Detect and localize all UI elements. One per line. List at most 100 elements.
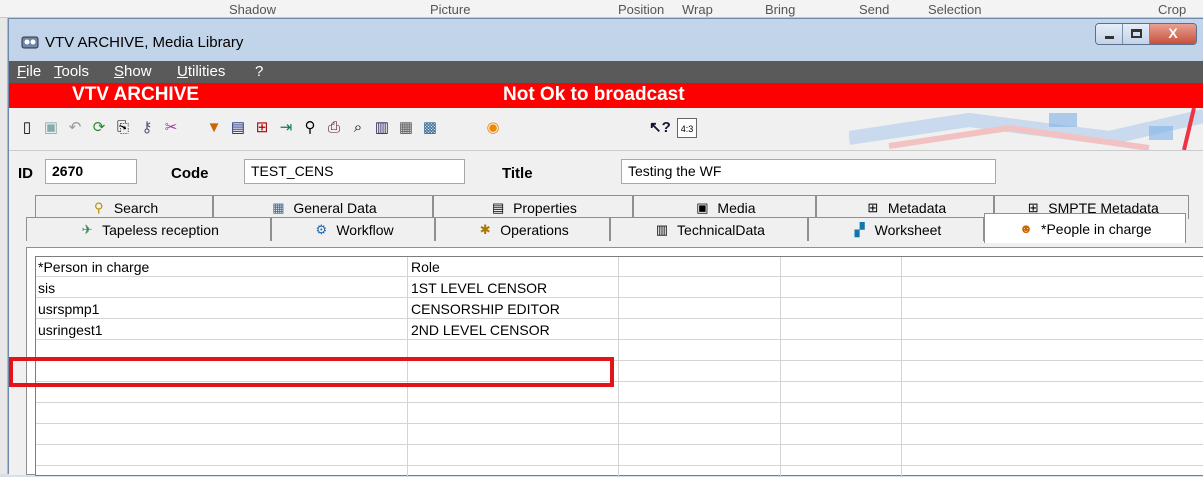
toolbar-decoration xyxy=(849,108,1203,150)
tree-icon[interactable]: ⊞ xyxy=(252,118,272,138)
preview-icon[interactable]: ⌕ xyxy=(348,118,368,138)
copy-icon[interactable]: ⎘ xyxy=(113,118,133,138)
code-field[interactable]: TEST_CENS xyxy=(244,159,465,184)
film-icon[interactable]: ▦ xyxy=(396,118,416,138)
window-title: VTV ARCHIVE, Media Library xyxy=(45,34,244,51)
search-icon: ⚲ xyxy=(94,199,104,215)
ribbon-item: Picture xyxy=(430,2,471,17)
ribbon-item: Wrap xyxy=(682,2,713,17)
id-label: ID xyxy=(18,165,33,182)
new-doc-icon[interactable]: ▯ xyxy=(17,118,37,138)
tab-media[interactable]: ▣ Media xyxy=(633,195,816,219)
grid-icon[interactable]: ▤ xyxy=(228,118,248,138)
ribbon-item: Send xyxy=(859,2,890,17)
tab-workflow[interactable]: ⚙ Workflow xyxy=(271,217,435,241)
media-icon: ▣ xyxy=(696,199,709,215)
background-ribbon: Shadow Picture Position Wrap Bring Send … xyxy=(0,0,1203,18)
code-label: Code xyxy=(171,165,209,182)
menu-tools[interactable]: Tools xyxy=(54,63,89,80)
minimize-icon xyxy=(1105,36,1114,39)
tab-general-data[interactable]: ▦ General Data xyxy=(213,195,433,219)
ribbon-item: Selection xyxy=(928,2,982,17)
satellite-icon: ✈ xyxy=(81,221,93,237)
close-button[interactable]: X xyxy=(1150,24,1196,44)
ribbon-item: Bring xyxy=(765,2,796,17)
calendar-icon: ▦ xyxy=(272,199,285,215)
tab-label: Tapeless reception xyxy=(102,221,219,238)
banner-status: Not Ok to broadcast xyxy=(503,84,685,105)
maximize-icon xyxy=(1131,29,1142,38)
tab-metadata[interactable]: ⊞ Metadata xyxy=(816,195,994,219)
tab-label: Operations xyxy=(500,221,569,238)
empty-row[interactable] xyxy=(36,425,1203,445)
filter-icon[interactable]: ▼ xyxy=(204,118,224,138)
window-controls: X xyxy=(1095,23,1197,45)
workflow-icon: ⚙ xyxy=(315,221,328,237)
worksheet-icon: ▞ xyxy=(854,221,865,237)
tools-icon[interactable]: ✂ xyxy=(161,118,181,138)
grid-header: *Person in charge Role xyxy=(36,257,1203,277)
calendar-icon[interactable]: ▩ xyxy=(420,118,440,138)
tab-label: TechnicalData xyxy=(677,221,765,238)
print-icon[interactable]: ⎙ xyxy=(324,118,344,138)
id-field[interactable]: 2670 xyxy=(45,159,137,184)
person-cell[interactable]: usringest1 xyxy=(38,322,103,338)
tab-strip: ⚲ Search ▦ General Data ▤ Properties ▣ M… xyxy=(26,191,1203,248)
role-cell[interactable]: 1ST LEVEL CENSOR xyxy=(411,280,547,296)
key-icon[interactable]: ⚷ xyxy=(137,118,157,138)
row-highlight-annotation xyxy=(9,357,614,387)
operations-icon: ✱ xyxy=(479,221,491,237)
role-cell[interactable]: CENSORSHIP EDITOR xyxy=(411,301,560,317)
ribbon-item: Shadow xyxy=(229,2,276,17)
table-row[interactable]: usringest1 2ND LEVEL CENSOR xyxy=(36,320,1203,340)
window-client: File Tools Show Utilities ? VTV ARCHIVE … xyxy=(9,61,1203,477)
undo-icon[interactable]: ↶ xyxy=(65,118,85,138)
tab-technical-data[interactable]: ▥ TechnicalData xyxy=(610,217,808,241)
person-cell[interactable]: sis xyxy=(38,280,55,296)
table-row[interactable]: usrspmp1 CENSORSHIP EDITOR xyxy=(36,299,1203,319)
aspect-ratio-icon[interactable]: 4:3 xyxy=(677,118,697,138)
menu-utilities[interactable]: Utilities xyxy=(177,63,225,80)
book-icon[interactable]: ▥ xyxy=(372,118,392,138)
tab-label: Media xyxy=(717,199,756,216)
table-row[interactable]: sis 1ST LEVEL CENSOR xyxy=(36,278,1203,298)
tab-label: Metadata xyxy=(887,199,947,216)
role-cell[interactable]: 2ND LEVEL CENSOR xyxy=(411,322,550,338)
tab-search[interactable]: ⚲ Search xyxy=(35,195,213,219)
person-cell[interactable]: usrspmp1 xyxy=(38,301,99,317)
tab-label: General Data xyxy=(293,199,377,216)
tab-label: Properties xyxy=(513,199,577,216)
tab-operations[interactable]: ✱ Operations xyxy=(435,217,610,241)
column-header-person[interactable]: *Person in charge xyxy=(38,259,149,275)
title-label: Title xyxy=(502,165,533,182)
menu-bar: File Tools Show Utilities ? xyxy=(9,61,1203,83)
minimize-button[interactable] xyxy=(1096,24,1123,44)
menu-help[interactable]: ? xyxy=(255,63,263,80)
status-banner: VTV ARCHIVE Not Ok to broadcast xyxy=(9,83,1203,108)
column-header-role[interactable]: Role xyxy=(411,259,440,275)
save-icon[interactable]: ▣ xyxy=(41,118,61,138)
maximize-button[interactable] xyxy=(1123,24,1150,44)
title-bar[interactable]: VTV ARCHIVE, Media Library X xyxy=(9,19,1203,61)
menu-file[interactable]: File xyxy=(17,63,41,80)
record-header: ID 2670 Code TEST_CENS Title Testing the… xyxy=(9,150,1203,190)
technical-data-icon: ▥ xyxy=(655,221,669,237)
menu-show[interactable]: Show xyxy=(114,63,152,80)
tab-tapeless-reception[interactable]: ✈ Tapeless reception xyxy=(26,217,271,241)
binoculars-icon[interactable]: ⚲ xyxy=(300,118,320,138)
ribbon-item: Crop xyxy=(1158,2,1187,17)
tab-people-in-charge[interactable]: ☻ *People in charge xyxy=(984,213,1186,243)
play-icon[interactable]: ◉ xyxy=(483,118,503,138)
tab-worksheet[interactable]: ▞ Worksheet xyxy=(808,217,984,241)
tab-label: Search xyxy=(113,199,159,216)
media-library-window: VTV ARCHIVE, Media Library X File Tools … xyxy=(8,18,1203,477)
empty-row[interactable] xyxy=(36,404,1203,424)
metadata-icon: ⊞ xyxy=(867,199,879,215)
refresh-icon[interactable]: ⟳ xyxy=(89,118,109,138)
help-cursor-icon[interactable]: ↖? xyxy=(649,118,671,138)
properties-icon: ▤ xyxy=(491,199,505,215)
export-icon[interactable]: ⇥ xyxy=(276,118,296,138)
title-field[interactable]: Testing the WF xyxy=(621,159,996,184)
tab-properties[interactable]: ▤ Properties xyxy=(433,195,633,219)
empty-row[interactable] xyxy=(36,446,1203,466)
